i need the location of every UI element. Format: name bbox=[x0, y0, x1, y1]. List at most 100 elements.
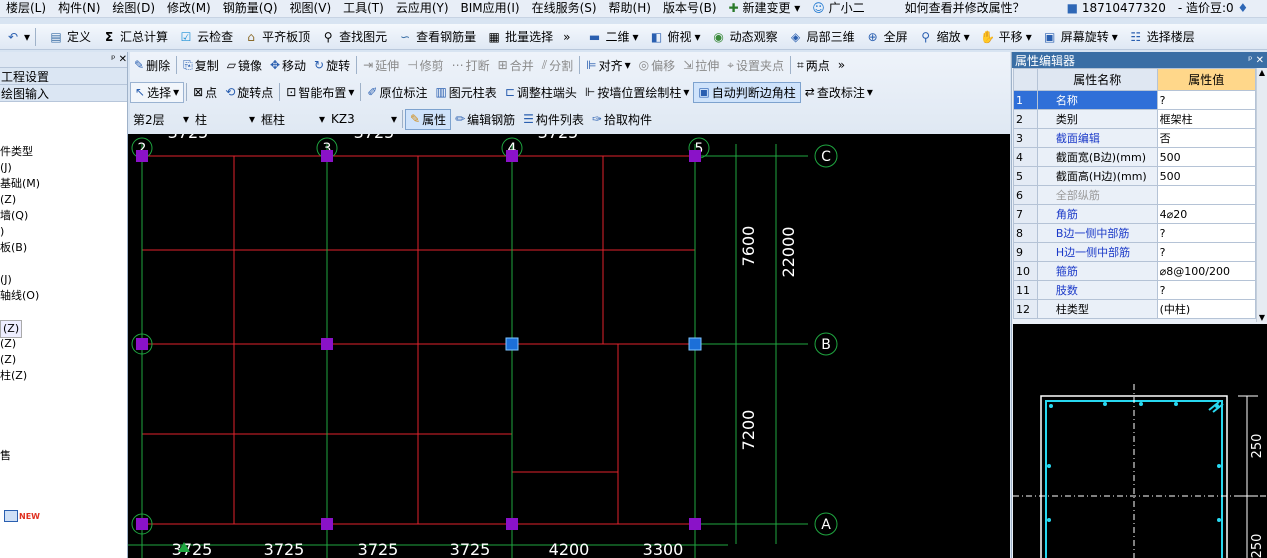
tree-item[interactable]: (Z) bbox=[0, 352, 16, 368]
help-question-link[interactable]: 如何查看并修改属性？ bbox=[899, 0, 1031, 17]
property-row[interactable]: 11 肢数 ? bbox=[1013, 280, 1257, 300]
extend-button[interactable]: ⇥ 延伸 bbox=[359, 56, 403, 75]
new-feature-badge[interactable]: NEW bbox=[4, 510, 40, 522]
user-account[interactable]: ■ 18710477320 bbox=[1061, 0, 1172, 17]
menu-version[interactable]: 版本号(B) bbox=[657, 0, 723, 17]
summary-calc-button[interactable]: Σ 汇总计算 bbox=[96, 25, 173, 49]
move-button[interactable]: ✥ 移动 bbox=[266, 56, 310, 75]
column[interactable] bbox=[689, 518, 701, 530]
overflow-icon[interactable]: » bbox=[563, 30, 570, 44]
undo-icon[interactable]: ↶ bbox=[5, 29, 21, 45]
column[interactable] bbox=[136, 338, 148, 350]
property-row[interactable]: 8 B边一侧中部筋 ? bbox=[1013, 223, 1257, 243]
cloud-check-button[interactable]: ☑ 云检查 bbox=[173, 25, 238, 49]
property-row[interactable]: 2 类别 框架柱 bbox=[1013, 109, 1257, 129]
rotate-point-button[interactable]: ⟲ 旋转点 bbox=[221, 83, 277, 102]
tab-project-settings[interactable]: 工程设置 bbox=[0, 68, 127, 85]
scroll-down-icon[interactable]: ▼ bbox=[1257, 313, 1267, 322]
smart-layout-button[interactable]: ⊡ 智能布置 ▾ bbox=[282, 83, 358, 102]
menu-tools[interactable]: 工具(T) bbox=[337, 0, 390, 17]
type-select[interactable]: 柱 ▾ bbox=[192, 110, 258, 128]
menu-bim[interactable]: BIM应用(I) bbox=[455, 0, 526, 17]
split-button[interactable]: ⫽ 分割 bbox=[538, 56, 577, 75]
delete-button[interactable]: ✎ 删除 bbox=[130, 56, 174, 75]
plan-drawing[interactable]: 2 3 4 5 C B A B A 3725 3725 3725 3725 37… bbox=[128, 134, 1010, 558]
find-element-button[interactable]: ⚲ 查找图元 bbox=[315, 25, 392, 49]
select-button[interactable]: ↖ 选择 ▾ bbox=[130, 81, 185, 103]
tree-item[interactable]: 售 bbox=[0, 448, 11, 464]
tree-item[interactable]: (Z) bbox=[0, 336, 16, 352]
column-selected[interactable] bbox=[505, 337, 519, 351]
assistant-button[interactable]: ☺ 广小二 bbox=[806, 0, 870, 17]
trim-button[interactable]: ⊣ 修剪 bbox=[403, 56, 447, 75]
top-view-button[interactable]: ◧ 俯视 ▾ bbox=[644, 25, 706, 49]
menu-draw[interactable]: 绘图(D) bbox=[106, 0, 161, 17]
local-3d-button[interactable]: ◈ 局部三维 bbox=[783, 25, 860, 49]
column[interactable] bbox=[321, 518, 333, 530]
select-floor-button[interactable]: ☷ 选择楼层 bbox=[1123, 25, 1200, 49]
define-button[interactable]: ▤ 定义 bbox=[43, 25, 96, 49]
menu-rebar[interactable]: 钢筋量(Q) bbox=[217, 0, 284, 17]
column[interactable] bbox=[506, 150, 518, 162]
rotate-button[interactable]: ↻ 旋转 bbox=[310, 56, 354, 75]
property-row[interactable]: 10 箍筋 ⌀8@100/200 bbox=[1013, 261, 1257, 281]
column[interactable] bbox=[136, 518, 148, 530]
column[interactable] bbox=[321, 338, 333, 350]
column-selected[interactable] bbox=[688, 337, 702, 351]
inplace-annotate-button[interactable]: ✐ 原位标注 bbox=[363, 83, 431, 102]
edit-rebar-button[interactable]: ✏ 编辑钢筋 bbox=[451, 110, 519, 129]
menu-online[interactable]: 在线服务(S) bbox=[526, 0, 603, 17]
pick-component-button[interactable]: ✑ 拾取构件 bbox=[588, 110, 656, 129]
subtype-select[interactable]: 框柱 ▾ bbox=[258, 110, 328, 128]
screen-rotate-button[interactable]: ▣ 屏幕旋转 ▾ bbox=[1037, 25, 1123, 49]
property-value-input[interactable]: ? bbox=[1156, 90, 1257, 110]
menu-floor[interactable]: 楼层(L) bbox=[0, 0, 52, 17]
floor-select[interactable]: 第2层 ▾ bbox=[130, 110, 192, 128]
stretch-button[interactable]: ⇲ 拉伸 bbox=[679, 56, 723, 75]
tree-item[interactable]: (Z) bbox=[0, 192, 16, 208]
properties-button[interactable]: ✎ 属性 bbox=[405, 108, 452, 130]
tab-drawing-input[interactable]: 绘图输入 bbox=[0, 85, 127, 102]
scroll-up-icon[interactable]: ▲ bbox=[1257, 68, 1267, 77]
property-scrollbar[interactable]: ▲ ▼ bbox=[1256, 68, 1267, 322]
property-row[interactable]: 6 全部纵筋 bbox=[1013, 185, 1257, 205]
property-row[interactable]: 9 H边一侧中部筋 ? bbox=[1013, 242, 1257, 262]
tree-item[interactable]: 件类型 bbox=[0, 144, 33, 160]
tree-item[interactable]: 柱(Z) bbox=[0, 368, 27, 384]
merge-button[interactable]: ⊞ 合并 bbox=[494, 56, 538, 75]
column[interactable] bbox=[506, 518, 518, 530]
new-change-button[interactable]: ✚ 新建变更 ▾ bbox=[723, 0, 807, 17]
draw-by-wall-button[interactable]: ⊩ 按墙位置绘制柱 ▾ bbox=[581, 83, 694, 102]
property-row[interactable]: 12 柱类型 (中柱) bbox=[1013, 299, 1257, 319]
component-list-button[interactable]: ☰ 构件列表 bbox=[519, 110, 588, 129]
two-point-button[interactable]: ⌗ 两点 bbox=[793, 56, 834, 75]
column-table-button[interactable]: ▥ 图元柱表 bbox=[431, 83, 500, 102]
align-button[interactable]: ⊫ 对齐 ▾ bbox=[582, 56, 635, 75]
menu-view[interactable]: 视图(V) bbox=[284, 0, 338, 17]
tree-item[interactable]: 基础(M) bbox=[0, 176, 40, 192]
batch-select-button[interactable]: ▦ 批量选择 bbox=[481, 25, 558, 49]
offset-button[interactable]: ◎ 偏移 bbox=[635, 56, 680, 75]
align-slab-top-button[interactable]: ⌂ 平齐板顶 bbox=[238, 25, 315, 49]
pin-close-icon[interactable]: ᵖ ✕ bbox=[1248, 55, 1267, 66]
tree-item[interactable]: (J) bbox=[0, 272, 12, 288]
column[interactable] bbox=[136, 150, 148, 162]
menu-modify[interactable]: 修改(M) bbox=[161, 0, 217, 17]
dynamic-view-button[interactable]: ◉ 动态观察 bbox=[706, 25, 783, 49]
zoom-button[interactable]: ⚲ 缩放 ▾ bbox=[913, 25, 975, 49]
tree-item[interactable]: ) bbox=[0, 224, 4, 240]
view-rebar-button[interactable]: ∽ 查看钢筋量 bbox=[392, 25, 481, 49]
set-grip-button[interactable]: ⌖ 设置夹点 bbox=[723, 56, 788, 75]
copy-button[interactable]: ⎘ 复制 bbox=[179, 56, 223, 75]
point-button[interactable]: ⊠ 点 bbox=[189, 83, 221, 102]
drawing-canvas[interactable]: 2 3 4 5 C B A B A 3725 3725 3725 3725 37… bbox=[128, 134, 1010, 558]
menu-component[interactable]: 构件(N) bbox=[52, 0, 106, 17]
adjust-column-end-button[interactable]: ⊏ 调整柱端头 bbox=[501, 83, 581, 102]
property-row[interactable]: 3 截面编辑 否 bbox=[1013, 128, 1257, 148]
property-row[interactable]: 5 截面高(H边)(mm) 500 bbox=[1013, 166, 1257, 186]
column[interactable] bbox=[689, 150, 701, 162]
tree-item[interactable]: 板(B) bbox=[0, 240, 27, 256]
break-button[interactable]: ⋯ 打断 bbox=[448, 56, 494, 75]
menu-cloud[interactable]: 云应用(Y) bbox=[390, 0, 455, 17]
auto-corner-column-button[interactable]: ▣ 自动判断边角柱 bbox=[693, 81, 801, 103]
